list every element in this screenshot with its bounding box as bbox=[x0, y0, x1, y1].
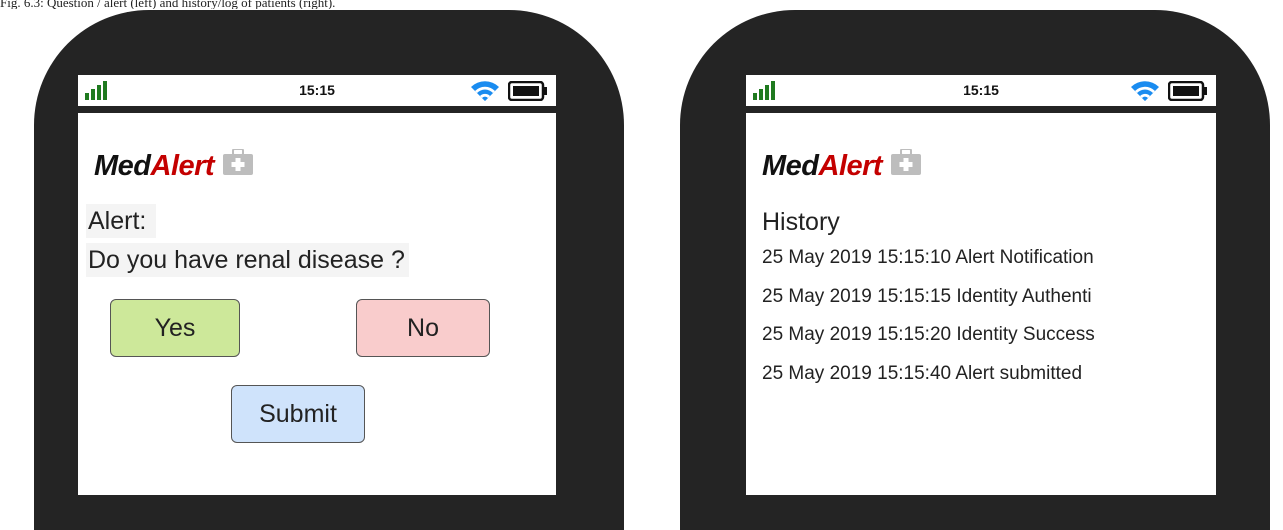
phone-screen-left: 15:15 Med Alert Alert: Do you have renal… bbox=[78, 75, 556, 495]
app-logo: Med Alert bbox=[762, 147, 922, 183]
alert-question: Do you have renal disease ? bbox=[86, 243, 409, 277]
first-aid-kit-icon bbox=[223, 147, 254, 183]
battery-icon bbox=[1167, 80, 1208, 106]
history-entry: 25 May 2019 15:15:10 Alert Notification bbox=[762, 248, 1094, 267]
brand-part-med: Med bbox=[762, 150, 819, 182]
brand-part-med: Med bbox=[94, 150, 151, 182]
phone-screen-right: 15:15 Med Alert History 25 May 2019 15:1… bbox=[746, 75, 1216, 495]
yes-button[interactable]: Yes bbox=[110, 299, 240, 357]
phone-frame-right: 15:15 Med Alert History 25 May 2019 15:1… bbox=[680, 10, 1270, 530]
alert-label: Alert: bbox=[86, 204, 157, 238]
history-entry: 25 May 2019 15:15:20 Identity Success bbox=[762, 325, 1095, 344]
history-title: History bbox=[762, 208, 840, 236]
battery-icon bbox=[507, 80, 548, 106]
phone-frame-left: 15:15 Med Alert Alert: Do you have renal… bbox=[34, 10, 624, 530]
history-entry: 25 May 2019 15:15:15 Identity Authenti bbox=[762, 286, 1092, 306]
app-logo: Med Alert bbox=[94, 147, 254, 183]
brand-part-alert: Alert bbox=[150, 150, 215, 182]
brand-part-alert: Alert bbox=[818, 150, 883, 182]
status-bar: 15:15 bbox=[78, 75, 556, 113]
figure-caption: Fig. 6.3: Question / alert (left) and hi… bbox=[0, 0, 336, 9]
status-bar: 15:15 bbox=[746, 75, 1216, 113]
no-button[interactable]: No bbox=[356, 299, 490, 357]
history-entry: 25 May 2019 15:15:40 Alert submitted bbox=[762, 363, 1083, 383]
first-aid-kit-icon bbox=[891, 147, 922, 183]
submit-button[interactable]: Submit bbox=[231, 385, 365, 443]
wifi-icon bbox=[471, 80, 499, 107]
history-list: 25 May 2019 15:15:10 Alert Notification … bbox=[762, 248, 1216, 402]
wifi-icon bbox=[1131, 80, 1159, 107]
